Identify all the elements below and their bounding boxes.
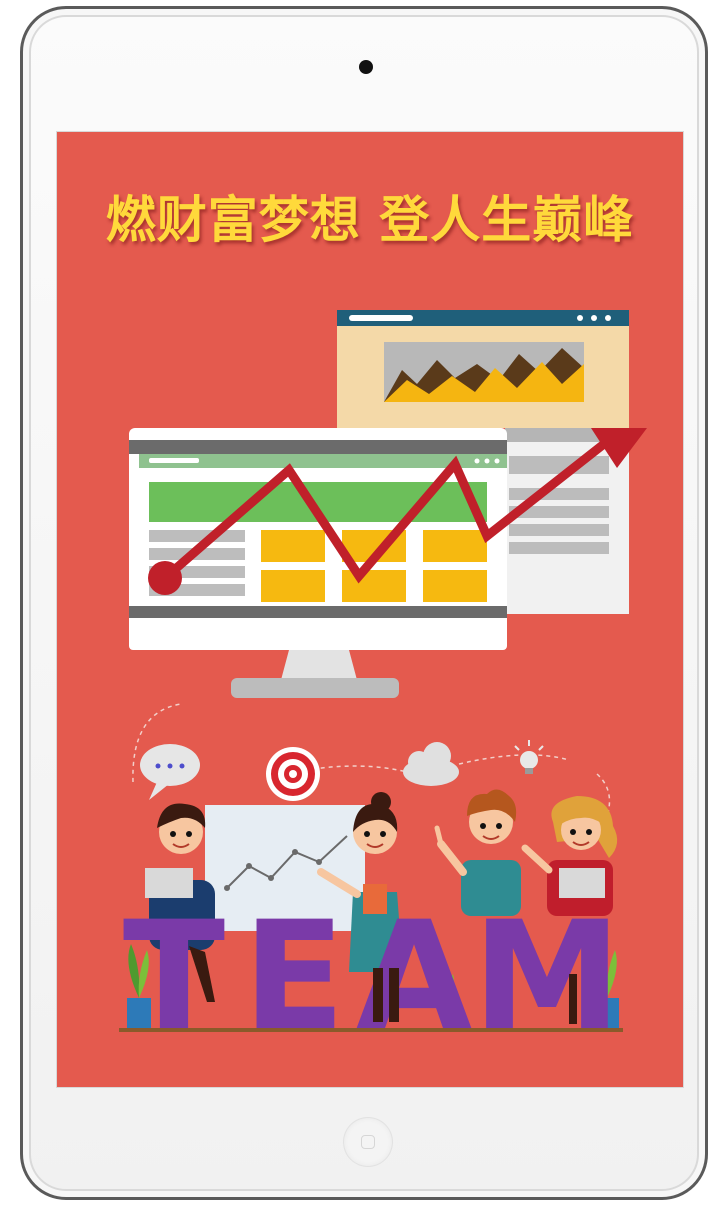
home-button-icon[interactable] [344, 1118, 392, 1166]
back-browser-window [337, 310, 629, 428]
team-letter-t: T [123, 890, 225, 1064]
team-letter-m: M [472, 890, 621, 1064]
lightbulb-icon [514, 740, 544, 774]
illustration: T E A M [119, 310, 647, 1064]
team-letter-e: E [243, 890, 345, 1064]
home-square-icon [361, 1135, 375, 1149]
cloud-icon [403, 742, 459, 786]
poster-screen: 燃财富梦想 登人生巅峰 T E A M [57, 132, 683, 1087]
team-word: T E A M [123, 890, 622, 1064]
chat-bubble-icon [140, 744, 200, 800]
target-icon [266, 747, 320, 801]
camera-icon [359, 60, 373, 74]
